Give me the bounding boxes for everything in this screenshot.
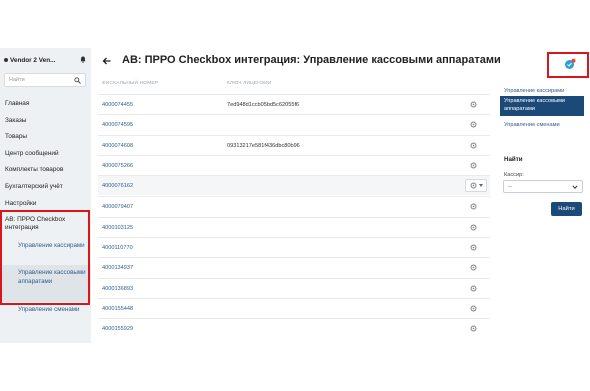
vendor-dot-icon bbox=[4, 58, 8, 62]
chevron-down-icon bbox=[572, 185, 578, 189]
sidebar-item-messages[interactable]: Центр сообщений bbox=[5, 150, 59, 158]
gear-icon[interactable] bbox=[470, 264, 477, 271]
table-row[interactable]: 4000110770 bbox=[98, 237, 490, 257]
license-key: 09313217e581f436dbc80b96 bbox=[227, 143, 300, 149]
cashier-select-value: -- bbox=[508, 184, 512, 190]
table-row[interactable]: 4000134937 bbox=[98, 257, 490, 277]
gear-icon[interactable] bbox=[470, 121, 477, 128]
table-row[interactable]: 4000155448 bbox=[98, 298, 490, 318]
column-header-license: КЛЮЧ ЛИЦЕНЗИИ bbox=[227, 81, 272, 86]
sidebar-item-settings[interactable]: Настройки bbox=[5, 200, 36, 208]
sidebar-item-products[interactable]: Товары bbox=[5, 133, 27, 141]
sidebar-item-accounting[interactable]: Бухгалтерский учёт bbox=[5, 183, 63, 191]
gear-icon[interactable] bbox=[470, 142, 477, 149]
gear-icon bbox=[470, 182, 477, 189]
gear-icon[interactable] bbox=[470, 162, 477, 169]
bell-icon[interactable] bbox=[80, 56, 86, 63]
table-row[interactable]: 4000076162 bbox=[98, 175, 490, 195]
table-row[interactable]: 4000136893 bbox=[98, 278, 490, 298]
search-icon[interactable] bbox=[74, 77, 81, 84]
highlight-box-sidebar bbox=[0, 210, 90, 305]
row-actions-button[interactable] bbox=[465, 179, 487, 192]
sidebar-item-orders[interactable]: Заказы bbox=[5, 117, 26, 125]
right-nav-shifts[interactable]: Управление сменами bbox=[504, 122, 588, 129]
fiscal-number[interactable]: 4000110770 bbox=[102, 245, 133, 251]
fiscal-number[interactable]: 4000074608 bbox=[102, 143, 133, 149]
fiscal-number[interactable]: 4000074595 bbox=[102, 122, 133, 128]
sidebar-subitem-shifts[interactable]: Управление сменами bbox=[18, 306, 94, 315]
gear-icon[interactable] bbox=[470, 203, 477, 210]
table-row[interactable]: 4000074608 09313217e581f436dbc80b96 bbox=[98, 135, 490, 155]
fiscal-number[interactable]: 4000155929 bbox=[102, 326, 133, 332]
sidebar-search-input[interactable]: Найти bbox=[4, 73, 86, 87]
sidebar-item-bundles[interactable]: Комплекты товаров bbox=[5, 166, 63, 174]
license-key: 7ed948d1ccb05bd5c62055f6 bbox=[227, 102, 300, 108]
search-placeholder: Найти bbox=[9, 77, 25, 83]
gear-icon[interactable] bbox=[470, 224, 477, 231]
sidebar-item-home[interactable]: Главная bbox=[5, 100, 29, 108]
table-row[interactable]: 4000103125 bbox=[98, 217, 490, 237]
table-row[interactable]: 4000079407 bbox=[98, 196, 490, 216]
column-header-fiscal: ФИСКАЛЬНЫЙ НОМЕР bbox=[102, 81, 159, 86]
table-row[interactable]: 4000074455 7ed948d1ccb05bd5c62055f6 bbox=[98, 94, 490, 114]
back-arrow-icon[interactable] bbox=[102, 56, 112, 66]
fiscal-number[interactable]: 4000103125 bbox=[102, 225, 133, 231]
fiscal-number[interactable]: 4000136893 bbox=[102, 286, 133, 292]
cashier-label: Кассир: bbox=[504, 172, 524, 178]
caret-down-icon bbox=[479, 184, 483, 187]
table-row[interactable]: 4000074595 bbox=[98, 114, 490, 134]
fiscal-number[interactable]: 4000155448 bbox=[102, 306, 133, 312]
filter-title: Найти bbox=[504, 156, 523, 163]
gear-icon[interactable] bbox=[470, 244, 477, 251]
checkbox-toggle-icon[interactable] bbox=[564, 58, 576, 70]
gear-icon[interactable] bbox=[470, 325, 477, 332]
fiscal-number[interactable]: 4000079407 bbox=[102, 204, 133, 210]
right-nav-cashiers[interactable]: Управление кассирами bbox=[504, 88, 588, 95]
table-row[interactable]: 4000155929 bbox=[98, 318, 490, 338]
cashier-select[interactable]: -- bbox=[503, 180, 583, 193]
table-row[interactable]: 4000075266 bbox=[98, 155, 490, 175]
fiscal-number[interactable]: 4000074455 bbox=[102, 102, 133, 108]
right-nav-registers[interactable]: Управление кассовыми аппаратами bbox=[504, 97, 584, 113]
vendor-name: Vendor 2 Ven... bbox=[10, 56, 56, 64]
gear-icon[interactable] bbox=[470, 305, 477, 312]
gear-icon[interactable] bbox=[470, 285, 477, 292]
fiscal-number[interactable]: 4000075266 bbox=[102, 163, 133, 169]
vendor-switcher[interactable]: Vendor 2 Ven... bbox=[4, 55, 88, 65]
gear-icon[interactable] bbox=[470, 101, 477, 108]
find-button[interactable]: Найти bbox=[551, 202, 582, 216]
fiscal-number[interactable]: 4000134937 bbox=[102, 265, 133, 271]
page-title: AB: ПРРО Checkbox интеграция: Управление… bbox=[122, 54, 501, 66]
fiscal-number[interactable]: 4000076162 bbox=[102, 183, 133, 189]
